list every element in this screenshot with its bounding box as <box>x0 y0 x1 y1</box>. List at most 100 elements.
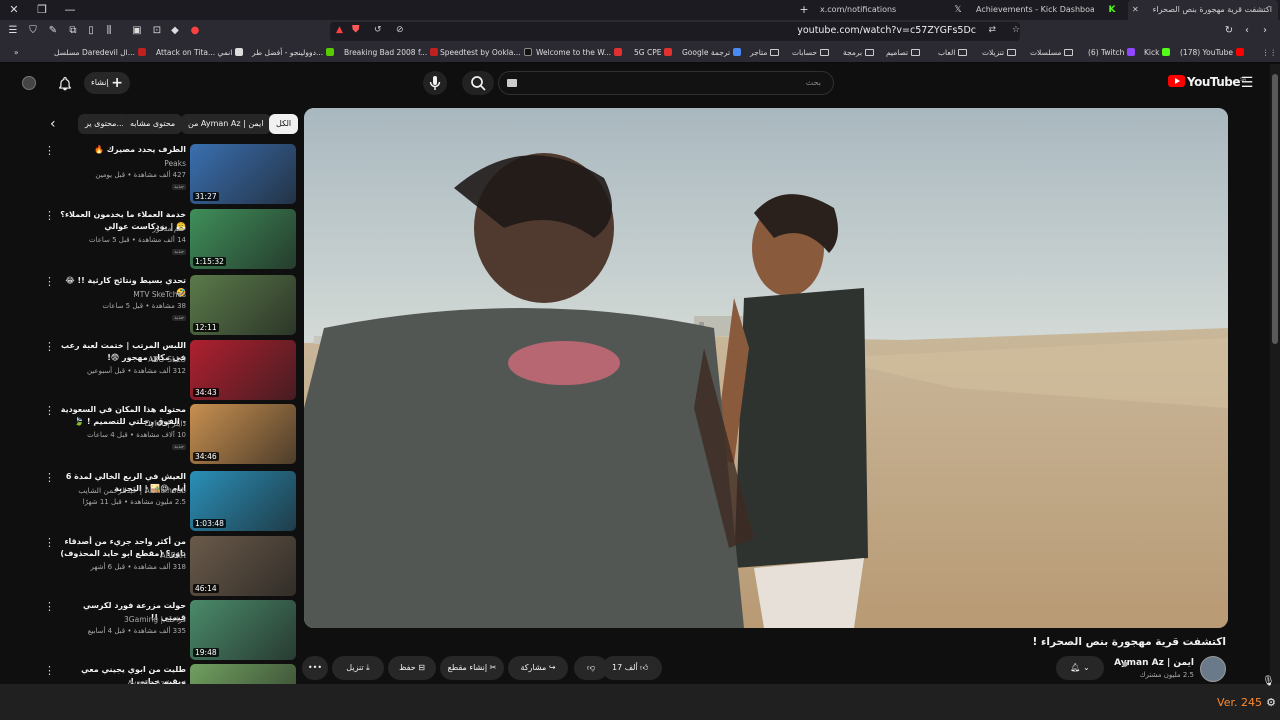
suggested-channel-name[interactable]: عبدالرحمن الشايب | Alshalhoub <box>78 486 186 495</box>
account-avatar[interactable] <box>14 68 44 98</box>
more-vert-icon[interactable]: ⋮ <box>44 472 55 483</box>
chip-from-channel[interactable]: من Ayman Az | ايمن <box>181 114 271 134</box>
extension-icon[interactable]: ✎ <box>46 24 60 38</box>
addon-icon[interactable]: ◆ <box>168 24 182 38</box>
more-vert-icon[interactable]: ⋮ <box>44 145 55 156</box>
voice-search-button[interactable] <box>423 71 447 95</box>
more-actions-button[interactable]: ••• <box>302 656 328 680</box>
suggested-channel-name[interactable]: ABO-SLLO <box>148 355 186 364</box>
suggested-video-item[interactable]: ⋮ 12:11 تحدي بسيط ونتائج كارثية !! 😂🤣 MTV S… <box>40 275 296 339</box>
shield-icon[interactable]: ⛉ <box>26 24 40 38</box>
suggested-channel-name[interactable]: Peaks <box>164 159 186 168</box>
channel-avatar[interactable] <box>1200 656 1226 682</box>
suggested-video-item[interactable]: ⋮ 34:43 اللبس المرتب | ختمت لعبة رعب في مك… <box>40 340 296 404</box>
page-scrollbar[interactable] <box>1270 64 1280 684</box>
dislike-button[interactable]: 👎︎ <box>574 656 608 680</box>
chip-similar[interactable]: محتوى مشابه <box>123 114 183 134</box>
video-player[interactable] <box>304 108 1228 628</box>
screenshot-icon[interactable]: ⧉ <box>66 24 80 38</box>
search-input[interactable]: بحث <box>498 71 834 95</box>
bookmark-folder-accounts[interactable]: حسابات <box>792 47 830 59</box>
ublock-icon[interactable]: ⛊ <box>352 24 360 35</box>
reader-icon[interactable]: ▣ <box>130 24 144 38</box>
containers-icon[interactable]: ⊡ <box>150 24 164 38</box>
guide-menu-icon[interactable]: ☰ <box>1232 68 1262 98</box>
suggested-video-item[interactable]: ⋮ 31:27 الطرف يحدد مصيرك 🔥 Peaks 427 ألف مشا… <box>40 144 296 208</box>
bookmark-attack-on-titan[interactable]: Attack on Tita... انمي <box>156 47 244 59</box>
mic-overlay-icon[interactable]: 🎙︎ <box>1262 676 1275 687</box>
video-thumbnail[interactable]: 12:11 <box>190 275 296 335</box>
bookmark-folder-programming[interactable]: برمجة <box>843 47 875 59</box>
notifications-bell-icon[interactable] <box>50 68 80 98</box>
bookmark-folder-stores[interactable]: متاجر <box>750 47 780 59</box>
restore-window-icon[interactable]: ❐ <box>28 0 56 20</box>
bookmark-star-icon[interactable]: ☆ <box>1012 25 1020 35</box>
chip-all[interactable]: الكل <box>269 114 299 134</box>
suggested-video-title[interactable]: الطرف يحدد مصيرك 🔥 <box>56 144 186 156</box>
scrollbar-thumb[interactable] <box>1272 74 1278 344</box>
create-button[interactable]: إنشاء + <box>84 72 130 94</box>
library-icon[interactable]: ⫼ <box>102 24 116 38</box>
bookmark-twitch[interactable]: (6) Twitch <box>1088 47 1136 59</box>
bookmark-kick[interactable]: Kick <box>1144 47 1171 59</box>
permissions-icon[interactable]: ⊘ <box>396 25 404 35</box>
more-vert-icon[interactable]: ⋮ <box>44 405 55 416</box>
share-button[interactable]: مشاركة ↪ <box>508 656 568 680</box>
tab-active-video[interactable]: ✕ اكتشفت قرية مهجورة بنص الصحراء <box>1128 0 1278 20</box>
more-vert-icon[interactable]: ⋮ <box>44 341 55 352</box>
suggested-channel-name[interactable]: Dyler | دايلر <box>145 419 186 428</box>
more-vert-icon[interactable]: ⋮ <box>44 665 55 676</box>
video-thumbnail[interactable] <box>190 664 296 684</box>
bookmark-daredevil[interactable]: مسلسل Daredevil ال... <box>54 47 146 59</box>
suggested-channel-name[interactable]: 3Gaming | فراعنة <box>124 615 186 624</box>
bookmark-speedtest[interactable]: Speedtest by Ookla... <box>440 47 532 59</box>
suggested-video-item[interactable]: ⋮ 34:46 محتوله هذا المكان في السعودية - ال… <box>40 404 296 468</box>
bookmark-folder-downloads[interactable]: تنزيلات <box>982 47 1017 59</box>
suggested-channel-name[interactable]: ABRAR <box>160 551 186 560</box>
bookmark-apps-icon[interactable]: ⋮⋮ <box>1262 47 1277 59</box>
more-vert-icon[interactable]: ⋮ <box>44 537 55 548</box>
tab-x-notifications[interactable]: x.com/notifications <box>820 0 940 20</box>
bookmark-duolingo[interactable]: دوولينجو - أفضل طر... <box>252 47 335 59</box>
suggested-video-item[interactable]: ⋮ 1:03:48 العيش في الربع الخالي لمدة 6 أيا… <box>40 471 296 535</box>
save-button[interactable]: حفظ ⊟ <box>388 656 436 680</box>
video-thumbnail[interactable]: 19:48 <box>190 600 296 660</box>
forward-icon[interactable]: › <box>1258 24 1272 38</box>
video-thumbnail[interactable]: 31:27 <box>190 144 296 204</box>
suggested-video-item[interactable]: ⋮ طليت من ابوي يجيني معي ويقيم حياتي ! Aym… <box>40 664 296 684</box>
video-thumbnail[interactable]: 1:03:48 <box>190 471 296 531</box>
menu-icon[interactable]: ☰ <box>6 24 20 38</box>
bookmark-breaking-bad[interactable]: Breaking Bad 2008 f... <box>344 47 439 59</box>
suggested-video-item[interactable]: ⋮ 1:15:32 خدمة العملاء ما يخدمون العملاء؟ … <box>40 209 296 273</box>
site-info-icon[interactable]: ⇄ <box>988 25 996 35</box>
video-thumbnail[interactable]: 34:46 <box>190 404 296 464</box>
record-icon[interactable]: ● <box>188 24 202 38</box>
keyboard-icon[interactable] <box>507 79 517 87</box>
suggested-channel-name[interactable]: حلم مذكور <box>152 224 186 233</box>
bookmark-welcome[interactable]: Welcome to the W... <box>536 47 623 59</box>
bookmark-folder-designs[interactable]: تصاميم <box>886 47 921 59</box>
video-thumbnail[interactable]: 34:43 <box>190 340 296 400</box>
search-button[interactable] <box>462 71 494 95</box>
chips-scroll-left-icon[interactable]: ‹ <box>50 117 66 133</box>
settings-gear-icon[interactable]: ⚙ <box>1266 696 1276 709</box>
subscribe-notifications-button[interactable]: 🔔︎ ⌄ <box>1056 656 1104 680</box>
translate-icon[interactable]: ↺ <box>374 25 382 35</box>
minimize-window-icon[interactable]: — <box>56 0 84 20</box>
video-thumbnail[interactable]: 46:14 <box>190 536 296 596</box>
more-vert-icon[interactable]: ⋮ <box>44 276 55 287</box>
bookmark-folder-series[interactable]: مسلسلات <box>1030 47 1074 59</box>
suggested-video-item[interactable]: ⋮ 46:14 من أكثر واحد جريء من أصدقاء باور؟ … <box>40 536 296 600</box>
download-button[interactable]: تنزيل ⤓ <box>332 656 384 680</box>
video-thumbnail[interactable]: 1:15:32 <box>190 209 296 269</box>
suggested-channel-name[interactable]: MTV SkeTches <box>133 290 186 299</box>
bookmark-folder-games[interactable]: العاب <box>938 47 968 59</box>
clip-button[interactable]: إنشاء مقطع ✂ <box>440 656 504 680</box>
more-vert-icon[interactable]: ⋮ <box>44 601 55 612</box>
close-tab-icon[interactable]: ✕ <box>1132 0 1139 20</box>
like-button[interactable]: 👍︎ <box>640 656 648 680</box>
bookmark-youtube[interactable]: (178) YouTube <box>1180 47 1245 59</box>
more-vert-icon[interactable]: ⋮ <box>44 210 55 221</box>
back-icon[interactable]: ‹ <box>1240 24 1254 38</box>
reload-icon[interactable]: ↻ <box>1222 24 1236 38</box>
